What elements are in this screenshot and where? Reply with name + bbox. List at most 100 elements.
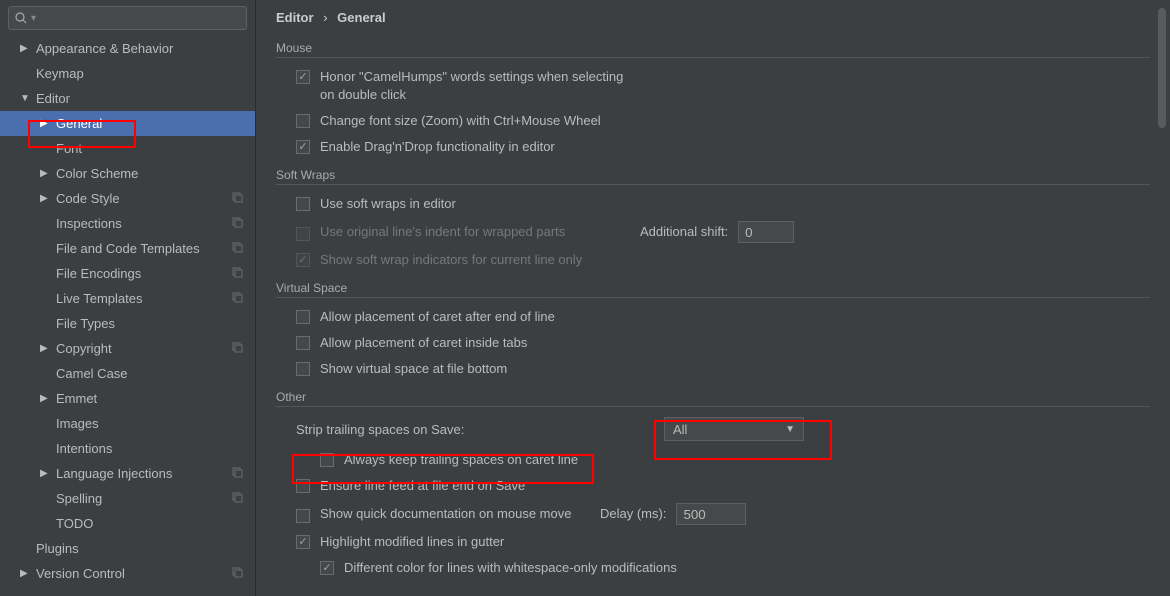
show-softwrap-indicators-checkbox xyxy=(296,253,310,267)
highlight-modified-label: Highlight modified lines in gutter xyxy=(320,533,504,551)
sidebar-item-label: General xyxy=(56,116,255,131)
sidebar-item-font[interactable]: Font xyxy=(0,136,255,161)
whitespace-color-checkbox[interactable] xyxy=(320,561,334,575)
caret-inside-tabs-label: Allow placement of caret inside tabs xyxy=(320,334,527,352)
sidebar-item-label: Version Control xyxy=(36,566,231,581)
section-softwraps-header: Soft Wraps xyxy=(276,168,1150,185)
enable-dragndrop-label: Enable Drag'n'Drop functionality in edit… xyxy=(320,138,555,156)
tree-arrow-icon: ▶ xyxy=(40,393,50,404)
sidebar-item-file-encodings[interactable]: File Encodings xyxy=(0,261,255,286)
tree-arrow-icon: ▶ xyxy=(20,43,30,54)
change-font-zoom-label: Change font size (Zoom) with Ctrl+Mouse … xyxy=(320,112,601,130)
sidebar-item-label: File Encodings xyxy=(56,266,231,281)
settings-sidebar: ▾ ▶Appearance & Behavior Keymap ▼ Editor ▶ Ge… xyxy=(0,0,256,596)
sidebar-item-label: Plugins xyxy=(36,541,255,556)
sidebar-item-copyright[interactable]: ▶Copyright xyxy=(0,336,255,361)
strip-trailing-label: Strip trailing spaces on Save: xyxy=(296,422,664,437)
copy-scheme-icon xyxy=(231,241,243,256)
sidebar-item-images[interactable]: Images xyxy=(0,411,255,436)
virtual-space-bottom-label: Show virtual space at file bottom xyxy=(320,360,507,378)
honor-camelhumps-label: Honor "CamelHumps" words settings when s… xyxy=(320,68,640,104)
sidebar-item-label: Spelling xyxy=(56,491,231,506)
chevron-down-icon: ▼ xyxy=(785,424,795,435)
sidebar-item-file-and-code-templates[interactable]: File and Code Templates xyxy=(0,236,255,261)
breadcrumb: Editor › General xyxy=(276,10,1150,25)
sidebar-item-label: File and Code Templates xyxy=(56,241,231,256)
tree-arrow-icon: ▶ xyxy=(40,468,50,479)
section-other-header: Other xyxy=(276,390,1150,407)
section-virtual-header: Virtual Space xyxy=(276,281,1150,298)
scrollbar[interactable] xyxy=(1158,8,1166,128)
sidebar-item-general[interactable]: ▶ General xyxy=(0,111,255,136)
copy-scheme-icon xyxy=(231,466,243,481)
additional-shift-input[interactable] xyxy=(738,221,794,243)
sidebar-item-live-templates[interactable]: Live Templates xyxy=(0,286,255,311)
tree-arrow-icon: ▼ xyxy=(20,93,30,104)
sidebar-item-label: Intentions xyxy=(56,441,255,456)
section-mouse-header: Mouse xyxy=(276,41,1150,58)
sidebar-item-label: Color Scheme xyxy=(56,166,255,181)
caret-after-eol-checkbox[interactable] xyxy=(296,310,310,324)
keep-trailing-caret-checkbox[interactable] xyxy=(320,453,334,467)
sidebar-item-color-scheme[interactable]: ▶ Color Scheme xyxy=(0,161,255,186)
search-input[interactable]: ▾ xyxy=(8,6,247,30)
sidebar-item-code-style[interactable]: ▶ Code Style xyxy=(0,186,255,211)
copy-scheme-icon xyxy=(231,491,243,506)
sidebar-item-appearance-behavior[interactable]: ▶Appearance & Behavior xyxy=(0,36,255,61)
tree-arrow-icon: ▶ xyxy=(20,568,30,579)
copy-scheme-icon xyxy=(231,291,243,306)
caret-inside-tabs-checkbox[interactable] xyxy=(296,336,310,350)
sidebar-item-label: TODO xyxy=(56,516,255,531)
tree-arrow-icon: ▶ xyxy=(40,193,50,204)
copy-scheme-icon xyxy=(231,341,243,356)
honor-camelhumps-checkbox[interactable] xyxy=(296,70,310,84)
sidebar-item-label: Copyright xyxy=(56,341,231,356)
quick-doc-checkbox[interactable] xyxy=(296,509,310,523)
sidebar-item-label: Camel Case xyxy=(56,366,255,381)
sidebar-item-keymap[interactable]: Keymap xyxy=(0,61,255,86)
sidebar-item-label: Inspections xyxy=(56,216,231,231)
delay-label: Delay (ms): xyxy=(600,505,666,523)
change-font-zoom-checkbox[interactable] xyxy=(296,114,310,128)
sidebar-item-todo[interactable]: TODO xyxy=(0,511,255,536)
settings-tree: ▶Appearance & Behavior Keymap ▼ Editor ▶ Gene… xyxy=(0,36,255,586)
use-soft-wraps-checkbox[interactable] xyxy=(296,197,310,211)
sidebar-item-intentions[interactable]: Intentions xyxy=(0,436,255,461)
search-icon xyxy=(15,12,27,24)
sidebar-item-label: Code Style xyxy=(56,191,231,206)
sidebar-item-emmet[interactable]: ▶Emmet xyxy=(0,386,255,411)
strip-trailing-value: All xyxy=(673,422,687,437)
copy-scheme-icon xyxy=(231,191,243,206)
virtual-space-bottom-checkbox[interactable] xyxy=(296,362,310,376)
sidebar-item-spelling[interactable]: Spelling xyxy=(0,486,255,511)
copy-scheme-icon xyxy=(231,566,243,581)
sidebar-item-version-control[interactable]: ▶ Version Control xyxy=(0,561,255,586)
delay-input[interactable] xyxy=(676,503,746,525)
sidebar-item-editor[interactable]: ▼ Editor xyxy=(0,86,255,111)
sidebar-item-file-types[interactable]: File Types xyxy=(0,311,255,336)
ensure-line-feed-label: Ensure line feed at file end on Save xyxy=(320,477,525,495)
additional-shift-label: Additional shift: xyxy=(640,223,728,241)
sidebar-item-inspections[interactable]: Inspections xyxy=(0,211,255,236)
original-indent-checkbox xyxy=(296,227,310,241)
ensure-line-feed-checkbox[interactable] xyxy=(296,479,310,493)
copy-scheme-icon xyxy=(231,266,243,281)
tree-arrow-icon: ▶ xyxy=(40,168,50,179)
highlight-modified-checkbox[interactable] xyxy=(296,535,310,549)
whitespace-color-label: Different color for lines with whitespac… xyxy=(344,559,677,577)
strip-trailing-dropdown[interactable]: All ▼ xyxy=(664,417,804,441)
sidebar-item-camel-case[interactable]: Camel Case xyxy=(0,361,255,386)
sidebar-item-label: Editor xyxy=(36,91,255,106)
sidebar-item-language-injections[interactable]: ▶Language Injections xyxy=(0,461,255,486)
sidebar-item-plugins[interactable]: Plugins xyxy=(0,536,255,561)
caret-after-eol-label: Allow placement of caret after end of li… xyxy=(320,308,555,326)
sidebar-item-label: Live Templates xyxy=(56,291,231,306)
use-soft-wraps-label: Use soft wraps in editor xyxy=(320,195,456,213)
sidebar-item-label: File Types xyxy=(56,316,255,331)
settings-main-panel: Editor › General Mouse Honor "CamelHumps… xyxy=(256,0,1170,596)
tree-arrow-icon: ▶ xyxy=(40,118,50,129)
sidebar-item-label: Keymap xyxy=(36,66,255,81)
copy-scheme-icon xyxy=(231,216,243,231)
enable-dragndrop-checkbox[interactable] xyxy=(296,140,310,154)
keep-trailing-caret-label: Always keep trailing spaces on caret lin… xyxy=(344,451,578,469)
